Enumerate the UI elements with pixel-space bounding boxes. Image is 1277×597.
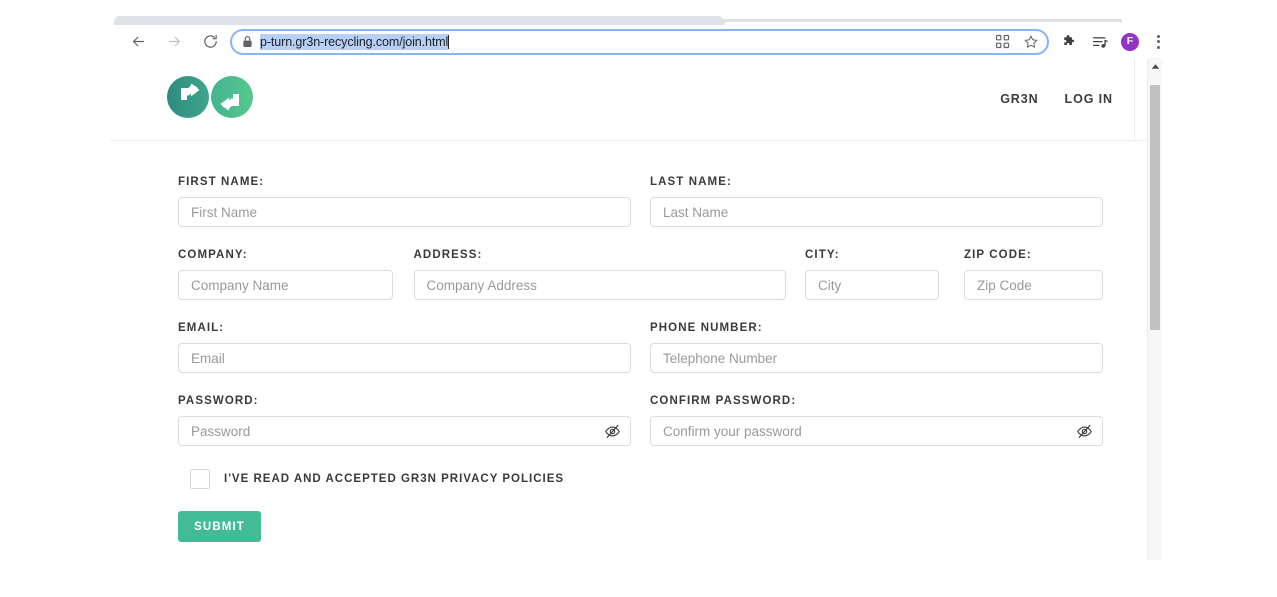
qr-code-icon[interactable] xyxy=(992,32,1012,52)
confirm-password-input-wrapper xyxy=(650,416,1103,446)
media-playlist-icon[interactable] xyxy=(1090,32,1110,52)
label-password: PASSWORD: xyxy=(178,395,259,407)
eye-slash-icon[interactable] xyxy=(603,416,621,446)
column-gap xyxy=(786,249,805,300)
nav-link-gr3n[interactable]: GR3N xyxy=(1000,92,1038,106)
form-row-name: FIRST NAME: LAST NAME: xyxy=(178,176,1103,227)
extensions-glyph xyxy=(1063,35,1074,46)
password-input-wrapper xyxy=(178,416,631,446)
background-tab[interactable] xyxy=(114,16,724,25)
puzzle-piece-icon[interactable] xyxy=(1059,32,1079,52)
field-first-name: FIRST NAME: xyxy=(178,176,631,227)
scrollbar-thumb[interactable] xyxy=(1150,85,1160,330)
label-email: EMAIL: xyxy=(178,322,225,334)
gr3n-recycling-logo[interactable] xyxy=(163,71,257,123)
scroll-up-glyph xyxy=(1151,63,1159,69)
column-gap xyxy=(939,249,964,300)
privacy-consent-label[interactable]: I'VE READ AND ACCEPTED GR3N PRIVACY POLI… xyxy=(224,473,564,485)
eye-slash-icon[interactable] xyxy=(1075,416,1093,446)
address-bar[interactable]: p-turn.gr3n-recycling.com/join.html xyxy=(230,28,1049,55)
forward-arrow-icon xyxy=(168,36,180,47)
three-dot-menu-icon[interactable] xyxy=(1150,32,1166,52)
field-last-name: LAST NAME: xyxy=(650,176,1103,227)
toolbar-right-actions: F xyxy=(1059,32,1177,52)
first-name-input[interactable] xyxy=(178,197,631,227)
label-first-name: FIRST NAME: xyxy=(178,176,265,188)
page-scrollbar[interactable] xyxy=(1147,58,1162,560)
city-input[interactable] xyxy=(805,270,939,300)
browser-window: p-turn.gr3n-recycling.com/join.html F GR… xyxy=(110,0,1177,560)
header-divider xyxy=(1134,58,1135,140)
label-last-name: LAST NAME: xyxy=(650,176,732,188)
form-row-password: PASSWORD: Password CONFIRM PASSWORD: Con… xyxy=(178,395,1103,446)
menu-dot xyxy=(1156,34,1160,38)
password-visibility-glyph xyxy=(604,424,620,438)
label-phone-number: PHONE NUMBER: xyxy=(650,322,763,334)
phone-number-input[interactable] xyxy=(650,343,1103,373)
media-control-glyph xyxy=(1092,36,1108,48)
back-button[interactable] xyxy=(124,28,152,56)
signup-form: FIRST NAME: LAST NAME: COMPANY: xyxy=(178,176,1103,542)
email-input[interactable] xyxy=(178,343,631,373)
label-company: COMPANY: xyxy=(178,249,248,261)
column-gap xyxy=(393,249,414,300)
form-row-company: COMPANY: ADDRESS: CITY: ZI xyxy=(178,249,1103,300)
column-gap xyxy=(631,322,650,373)
label-address: ADDRESS: xyxy=(413,249,483,261)
label-confirm-password: CONFIRM PASSWORD: xyxy=(650,395,797,407)
address-input[interactable] xyxy=(413,270,786,300)
site-header: GR3N LOG IN xyxy=(110,58,1162,141)
forward-button[interactable] xyxy=(160,28,188,56)
menu-dot xyxy=(1156,45,1160,49)
label-city: CITY: xyxy=(805,249,840,261)
url-text[interactable]: p-turn.gr3n-recycling.com/join.html xyxy=(260,33,448,50)
reload-button[interactable] xyxy=(196,28,224,56)
company-input[interactable] xyxy=(178,270,393,300)
site-navigation: GR3N LOG IN xyxy=(1000,58,1135,140)
password-visibility-glyph xyxy=(1076,424,1092,438)
submit-button[interactable]: SUBMIT xyxy=(178,511,261,542)
menu-dot xyxy=(1156,40,1160,43)
privacy-consent-row: I'VE READ AND ACCEPTED GR3N PRIVACY POLI… xyxy=(190,469,1103,489)
confirm-password-input[interactable] xyxy=(650,416,1103,446)
last-name-input[interactable] xyxy=(650,197,1103,227)
browser-tab-strip xyxy=(110,0,1177,25)
star-icon[interactable] xyxy=(1021,32,1041,52)
field-company: COMPANY: xyxy=(178,249,393,300)
browser-toolbar: p-turn.gr3n-recycling.com/join.html F xyxy=(110,25,1177,59)
page-content: GR3N LOG IN FIRST NAME: LAST NAME: xyxy=(110,58,1162,560)
privacy-consent-checkbox[interactable] xyxy=(190,469,210,489)
zip-code-input[interactable] xyxy=(964,270,1103,300)
field-confirm-password: CONFIRM PASSWORD: xyxy=(650,395,1103,446)
field-address: ADDRESS: xyxy=(413,249,786,300)
password-input[interactable] xyxy=(178,416,631,446)
field-email: EMAIL: xyxy=(178,322,631,373)
field-phone-number: PHONE NUMBER: xyxy=(650,322,1103,373)
qr-code-glyph xyxy=(995,34,1009,49)
nav-link-log-in[interactable]: LOG IN xyxy=(1065,92,1113,106)
text-cursor xyxy=(448,34,450,49)
label-zip-code: ZIP CODE: xyxy=(964,249,1032,261)
column-gap xyxy=(631,176,650,227)
scroll-up-arrow-icon[interactable] xyxy=(1148,60,1162,72)
recycling-infinity-logo-glyph xyxy=(167,76,253,118)
lock-icon[interactable] xyxy=(242,35,253,48)
column-gap xyxy=(631,395,650,446)
back-arrow-icon xyxy=(132,36,144,47)
field-city: CITY: xyxy=(805,249,939,300)
bookmark-star-glyph xyxy=(1024,35,1038,48)
profile-avatar[interactable]: F xyxy=(1121,32,1139,51)
reload-icon xyxy=(203,34,217,48)
field-zip-code: ZIP CODE: xyxy=(964,249,1103,300)
lock-glyph xyxy=(243,36,252,47)
field-password: PASSWORD: xyxy=(178,395,631,446)
form-row-contact: EMAIL: PHONE NUMBER: xyxy=(178,322,1103,373)
page-viewport: GR3N LOG IN FIRST NAME: LAST NAME: xyxy=(110,58,1177,560)
